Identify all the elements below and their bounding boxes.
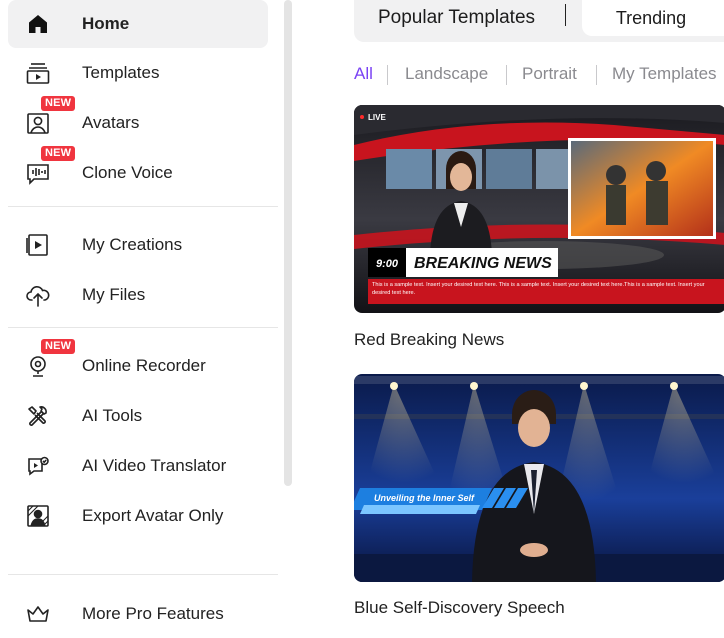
sidebar-item-label: More Pro Features bbox=[82, 604, 224, 623]
play-square-icon bbox=[24, 231, 52, 259]
sidebar-item-label: Templates bbox=[82, 63, 160, 82]
new-badge: NEW bbox=[41, 96, 76, 111]
sidebar-item-label: My Files bbox=[82, 285, 146, 304]
sidebar-item-ai-video-translator[interactable]: AI Video Translator bbox=[8, 442, 268, 490]
sidebar-item-label: AI Tools bbox=[82, 406, 143, 425]
news-headline: BREAKING NEWS bbox=[414, 255, 552, 272]
crown-icon bbox=[24, 600, 52, 628]
home-icon bbox=[24, 10, 52, 38]
filter-separator bbox=[506, 65, 507, 85]
filter-landscape[interactable]: Landscape bbox=[405, 64, 488, 86]
new-badge: NEW bbox=[41, 339, 76, 354]
voice-wave-icon bbox=[24, 159, 52, 187]
sidebar-item-label: Home bbox=[82, 14, 130, 33]
sidebar-item-online-recorder[interactable]: NEW Online Recorder bbox=[8, 339, 268, 390]
avatar-icon bbox=[24, 109, 52, 137]
sidebar-item-avatars[interactable]: NEW Avatars bbox=[8, 96, 268, 147]
sidebar-divider bbox=[8, 206, 278, 207]
news-ticker: This is a sample text. Insert your desir… bbox=[372, 282, 705, 296]
sidebar-item-more-pro-features[interactable]: More Pro Features bbox=[8, 590, 268, 638]
speech-banner-text: Unveiling the Inner Self bbox=[374, 493, 475, 503]
sidebar-item-my-files[interactable]: My Files bbox=[8, 271, 268, 319]
sidebar: Home Templates NEW Avatars NEW Clone Voi… bbox=[0, 0, 292, 638]
filter-all[interactable]: All bbox=[354, 64, 373, 86]
sidebar-divider bbox=[8, 574, 278, 575]
sidebar-scrollbar[interactable] bbox=[284, 0, 292, 486]
template-tab-bar: Popular Templates Trending bbox=[354, 0, 724, 42]
tab-popular-templates[interactable]: Popular Templates bbox=[378, 0, 535, 36]
filter-separator bbox=[596, 65, 597, 85]
tools-icon bbox=[24, 402, 52, 430]
sidebar-item-label: Avatars bbox=[82, 113, 140, 132]
template-title[interactable]: Red Breaking News bbox=[354, 330, 504, 350]
template-title[interactable]: Blue Self-Discovery Speech bbox=[354, 598, 565, 618]
sidebar-item-templates[interactable]: Templates bbox=[8, 49, 268, 97]
avatar-portrait-icon bbox=[24, 502, 52, 530]
filter-separator bbox=[387, 65, 388, 85]
sidebar-divider bbox=[8, 327, 278, 328]
sidebar-item-export-avatar-only[interactable]: Export Avatar Only bbox=[8, 492, 268, 540]
sidebar-item-label: AI Video Translator bbox=[82, 456, 227, 475]
sidebar-item-home[interactable]: Home bbox=[8, 0, 268, 48]
news-time: 9:00 bbox=[376, 258, 399, 270]
main-content: Popular Templates Trending All Landscape… bbox=[354, 0, 724, 638]
video-translate-icon bbox=[24, 452, 52, 480]
template-thumbnail-blue-self-discovery[interactable]: Unveiling the Inner Self bbox=[354, 374, 724, 582]
webcam-icon bbox=[24, 352, 52, 380]
sidebar-item-label: My Creations bbox=[82, 235, 183, 254]
sidebar-item-label: Export Avatar Only bbox=[82, 506, 224, 525]
template-thumbnail-red-breaking-news[interactable]: LIVE 9:00 BREAKING NEWS This is a sample… bbox=[354, 105, 724, 313]
sidebar-item-clone-voice[interactable]: NEW Clone Voice bbox=[8, 146, 268, 197]
tab-trending[interactable]: Trending bbox=[582, 0, 724, 36]
sidebar-item-label: Online Recorder bbox=[82, 356, 206, 375]
templates-icon bbox=[24, 59, 52, 87]
cloud-upload-icon bbox=[24, 281, 52, 309]
sidebar-item-ai-tools[interactable]: AI Tools bbox=[8, 392, 268, 440]
sidebar-item-label: Clone Voice bbox=[82, 163, 173, 182]
live-label: LIVE bbox=[368, 113, 386, 122]
new-badge: NEW bbox=[41, 146, 76, 161]
filter-my-templates[interactable]: My Templates bbox=[612, 64, 717, 86]
filter-portrait[interactable]: Portrait bbox=[522, 64, 577, 86]
sidebar-item-my-creations[interactable]: My Creations bbox=[8, 221, 268, 269]
tab-separator bbox=[565, 4, 566, 26]
